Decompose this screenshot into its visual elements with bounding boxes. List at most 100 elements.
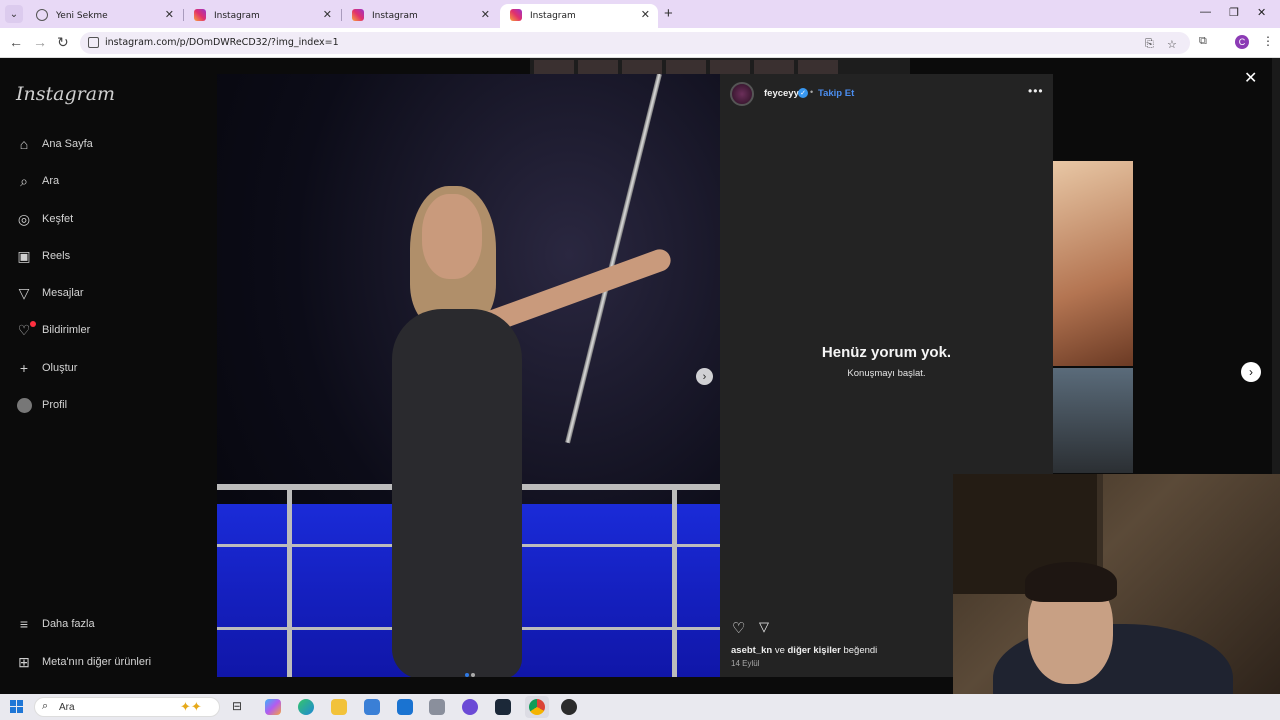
instagram-icon [352, 9, 364, 21]
nav-label: Profil [42, 399, 68, 411]
nav-reels[interactable]: ▣ Reels [16, 246, 70, 266]
compass-icon: ◎ [17, 210, 31, 227]
site-settings-icon[interactable] [88, 37, 99, 48]
reload-icon[interactable]: ↻ [57, 34, 69, 51]
instagram-icon [510, 9, 522, 21]
carousel-dot-active [465, 673, 469, 677]
nav-more[interactable]: ≡ Daha fazla [16, 614, 95, 634]
instagram-icon [194, 9, 206, 21]
nav-profile[interactable]: Profil [16, 395, 67, 415]
discord-icon[interactable] [462, 699, 478, 715]
tab-list-button[interactable]: ⌄ [5, 5, 23, 23]
app-icon[interactable] [429, 699, 445, 715]
liker-username[interactable]: asebt_kn [731, 645, 772, 656]
nav-meta-products[interactable]: ⊞ Meta'nın diğer ürünleri [16, 652, 151, 672]
author-avatar[interactable] [730, 82, 754, 106]
browser-menu-icon[interactable]: ⋮ [1262, 34, 1274, 48]
image-railing [672, 484, 677, 677]
minimize-icon[interactable]: — [1200, 6, 1211, 18]
nav-notifications[interactable]: ♡ Bildirimler [16, 320, 91, 340]
tab-title: Instagram [214, 11, 260, 21]
windows-start-icon[interactable] [10, 700, 23, 713]
file-explorer-icon[interactable] [331, 699, 347, 715]
copilot-icon[interactable] [265, 699, 281, 715]
search-icon: ⌕ [20, 172, 28, 189]
taskbar-search-placeholder: Ara [59, 702, 75, 713]
image-person-face [422, 194, 482, 279]
background-post-thumbnail [1053, 161, 1133, 366]
grid-icon: ⊞ [18, 653, 30, 670]
post-image[interactable]: › [217, 74, 720, 677]
webcam-overlay [953, 474, 1280, 720]
close-tab-icon[interactable]: ✕ [481, 8, 490, 21]
more-options-icon[interactable]: ••• [1028, 84, 1044, 98]
nav-label: Ara [42, 175, 60, 187]
close-modal-icon[interactable]: ✕ [1244, 68, 1257, 88]
other-likers-link[interactable]: diğer kişiler [788, 645, 841, 656]
bookmark-star-icon[interactable]: ☆ [1167, 38, 1177, 51]
no-comments-subtitle: Konuşmayı başlat. [847, 368, 926, 379]
post-date[interactable]: 14 Eylül [731, 659, 759, 668]
url-field[interactable]: instagram.com/p/DOmDWReCD32/?img_index=1… [80, 32, 1190, 54]
nav-label: Ana Sayfa [42, 138, 93, 150]
nav-explore[interactable]: ◎ Keşfet [16, 209, 73, 229]
likes-summary: asebt_kn ve diğer kişiler beğendi [731, 645, 877, 656]
install-app-icon[interactable]: ⎘ [1145, 38, 1154, 51]
notification-dot [30, 321, 36, 327]
nav-label: Mesajlar [42, 287, 84, 299]
share-send-icon[interactable]: ▽ [759, 619, 769, 635]
follow-button[interactable]: Takip Et [818, 88, 854, 99]
browser-tab-2[interactable]: Instagram ✕ [184, 4, 340, 28]
webcam-person-hair [1025, 562, 1117, 602]
close-tab-icon[interactable]: ✕ [165, 8, 174, 21]
carousel-dot [471, 673, 475, 677]
nav-search[interactable]: ⌕ Ara [16, 171, 59, 191]
home-icon: ⌂ [19, 136, 29, 152]
new-tab-icon[interactable]: + [664, 5, 673, 22]
close-tab-icon[interactable]: ✕ [641, 8, 650, 21]
taskbar-search-box[interactable]: ⌕ Ara ✦✦ [34, 697, 220, 717]
edge-browser-icon[interactable] [298, 699, 314, 715]
browser-tab-3[interactable]: Instagram ✕ [342, 4, 498, 28]
likes-suffix: beğendi [840, 645, 878, 656]
nav-home[interactable]: ⌂ Ana Sayfa [16, 134, 93, 154]
forward-icon[interactable]: → [33, 34, 47, 50]
steam-icon[interactable] [495, 699, 511, 715]
app-icon[interactable] [561, 699, 577, 715]
copilot-sparkle-icon: ✦✦ [180, 699, 202, 714]
avatar-icon [16, 397, 32, 413]
carousel-indicator [464, 664, 476, 677]
task-view-icon[interactable]: ⊟ [232, 699, 248, 715]
author-username[interactable]: feyceyy [764, 88, 799, 99]
mail-icon[interactable] [397, 699, 413, 715]
chrome-icon[interactable] [529, 699, 545, 715]
tab-title: Instagram [372, 11, 418, 21]
image-person-arm [478, 246, 674, 336]
microsoft-store-icon[interactable] [364, 699, 380, 715]
nav-label: Meta'nın diğer ürünleri [42, 656, 152, 668]
nav-create[interactable]: + Oluştur [16, 358, 78, 378]
extensions-icon[interactable]: ⧉ [1199, 35, 1207, 48]
browser-profile-avatar[interactable]: C [1235, 35, 1249, 49]
background-post-thumbnail [1053, 368, 1133, 473]
browser-tab-4-active[interactable]: Instagram ✕ [500, 4, 658, 28]
browser-tab-bar: ⌄ Yeni Sekme ✕ Instagram ✕ Instagram ✕ I… [0, 0, 1280, 28]
image-person-dress [392, 309, 522, 677]
windows-taskbar: ⌕ Ara ✦✦ ⊟ [0, 694, 1280, 720]
tab-title: Instagram [530, 11, 576, 21]
no-comments-title: Henüz yorum yok. [821, 344, 952, 361]
carousel-next-icon[interactable]: › [696, 368, 713, 385]
likes-connector: ve [772, 645, 788, 656]
nav-messages[interactable]: ▽ Mesajlar [16, 283, 84, 303]
next-post-icon[interactable]: › [1241, 362, 1261, 382]
back-icon[interactable]: ← [9, 34, 23, 50]
url-text: instagram.com/p/DOmDWReCD32/?img_index=1 [105, 37, 339, 48]
like-heart-icon[interactable]: ♡ [732, 619, 745, 637]
instagram-logo[interactable]: Instagram [16, 83, 115, 105]
globe-icon [36, 9, 48, 21]
close-tab-icon[interactable]: ✕ [323, 8, 332, 21]
browser-tab-1[interactable]: Yeni Sekme ✕ [26, 4, 182, 28]
close-window-icon[interactable]: ✕ [1257, 6, 1266, 19]
restore-icon[interactable]: ❐ [1229, 6, 1239, 19]
search-icon: ⌕ [42, 700, 49, 712]
